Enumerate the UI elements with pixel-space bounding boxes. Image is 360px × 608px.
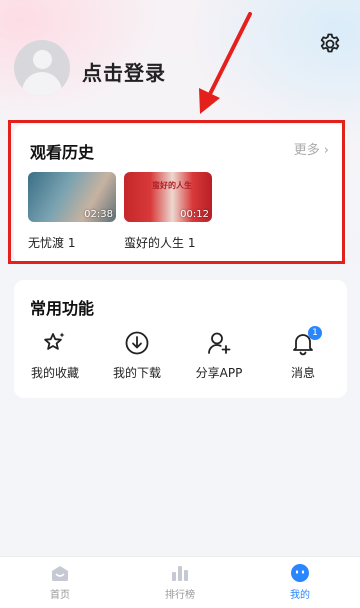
common-functions-title: 常用功能 <box>30 299 95 318</box>
downloads-label: 我的下载 <box>112 366 161 380</box>
home-icon <box>52 566 68 581</box>
video-duration: 00:12 <box>180 209 209 220</box>
unread-badge: 1 <box>308 326 322 340</box>
download-icon <box>125 331 149 355</box>
watch-history-card: 观看历史 更多 › 02:38 蛮好的人生 00:12 无忧渡 1 蛮好的人生 1 <box>14 124 347 264</box>
watch-history-title: 观看历史 <box>30 143 95 162</box>
messages-label: 消息 <box>290 366 315 380</box>
poster-title: 蛮好的人生 <box>152 181 192 190</box>
tab-mine-label: 我的 <box>290 590 310 601</box>
avatar-body <box>22 72 62 96</box>
tab-ranking-label: 排行榜 <box>165 590 195 601</box>
more-link[interactable]: 更多 › <box>294 139 329 158</box>
tab-ranking[interactable]: 排行榜 <box>150 563 210 601</box>
profile-header: 点击登录 <box>0 0 360 110</box>
chevron-right-icon: › <box>323 143 329 158</box>
share-app-button[interactable]: 分享APP <box>184 330 254 381</box>
star-sparkle-icon <box>44 332 65 350</box>
history-thumbnail[interactable]: 02:38 <box>28 172 116 222</box>
chart-bars-icon <box>172 566 188 581</box>
common-functions-card: 常用功能 我的收藏 我的下载 分享APP 1 消息 <box>14 280 347 398</box>
gear-icon[interactable] <box>318 32 342 56</box>
annotation-arrow-icon <box>199 12 252 114</box>
bottom-tab-bar: 首页 排行榜 我的 <box>0 556 360 608</box>
video-duration: 02:38 <box>84 209 113 220</box>
avatar[interactable] <box>14 40 70 96</box>
downloads-button[interactable]: 我的下载 <box>102 330 172 381</box>
messages-button[interactable]: 1 消息 <box>268 326 338 381</box>
tab-mine[interactable]: 我的 <box>270 563 330 601</box>
more-label: 更多 <box>293 143 320 158</box>
user-plus-icon <box>208 332 231 354</box>
history-episode-label[interactable]: 无忧渡 1 <box>28 234 75 251</box>
login-link[interactable]: 点击登录 <box>82 57 166 86</box>
smiley-icon <box>291 564 309 582</box>
avatar-head <box>33 50 52 69</box>
favorites-button[interactable]: 我的收藏 <box>20 330 90 381</box>
history-episode-label[interactable]: 蛮好的人生 1 <box>124 234 195 251</box>
tab-home-label: 首页 <box>50 590 70 601</box>
share-app-label: 分享APP <box>195 366 243 380</box>
history-thumbnail[interactable]: 蛮好的人生 00:12 <box>124 172 212 222</box>
tab-home[interactable]: 首页 <box>30 563 90 601</box>
favorites-label: 我的收藏 <box>30 366 79 380</box>
